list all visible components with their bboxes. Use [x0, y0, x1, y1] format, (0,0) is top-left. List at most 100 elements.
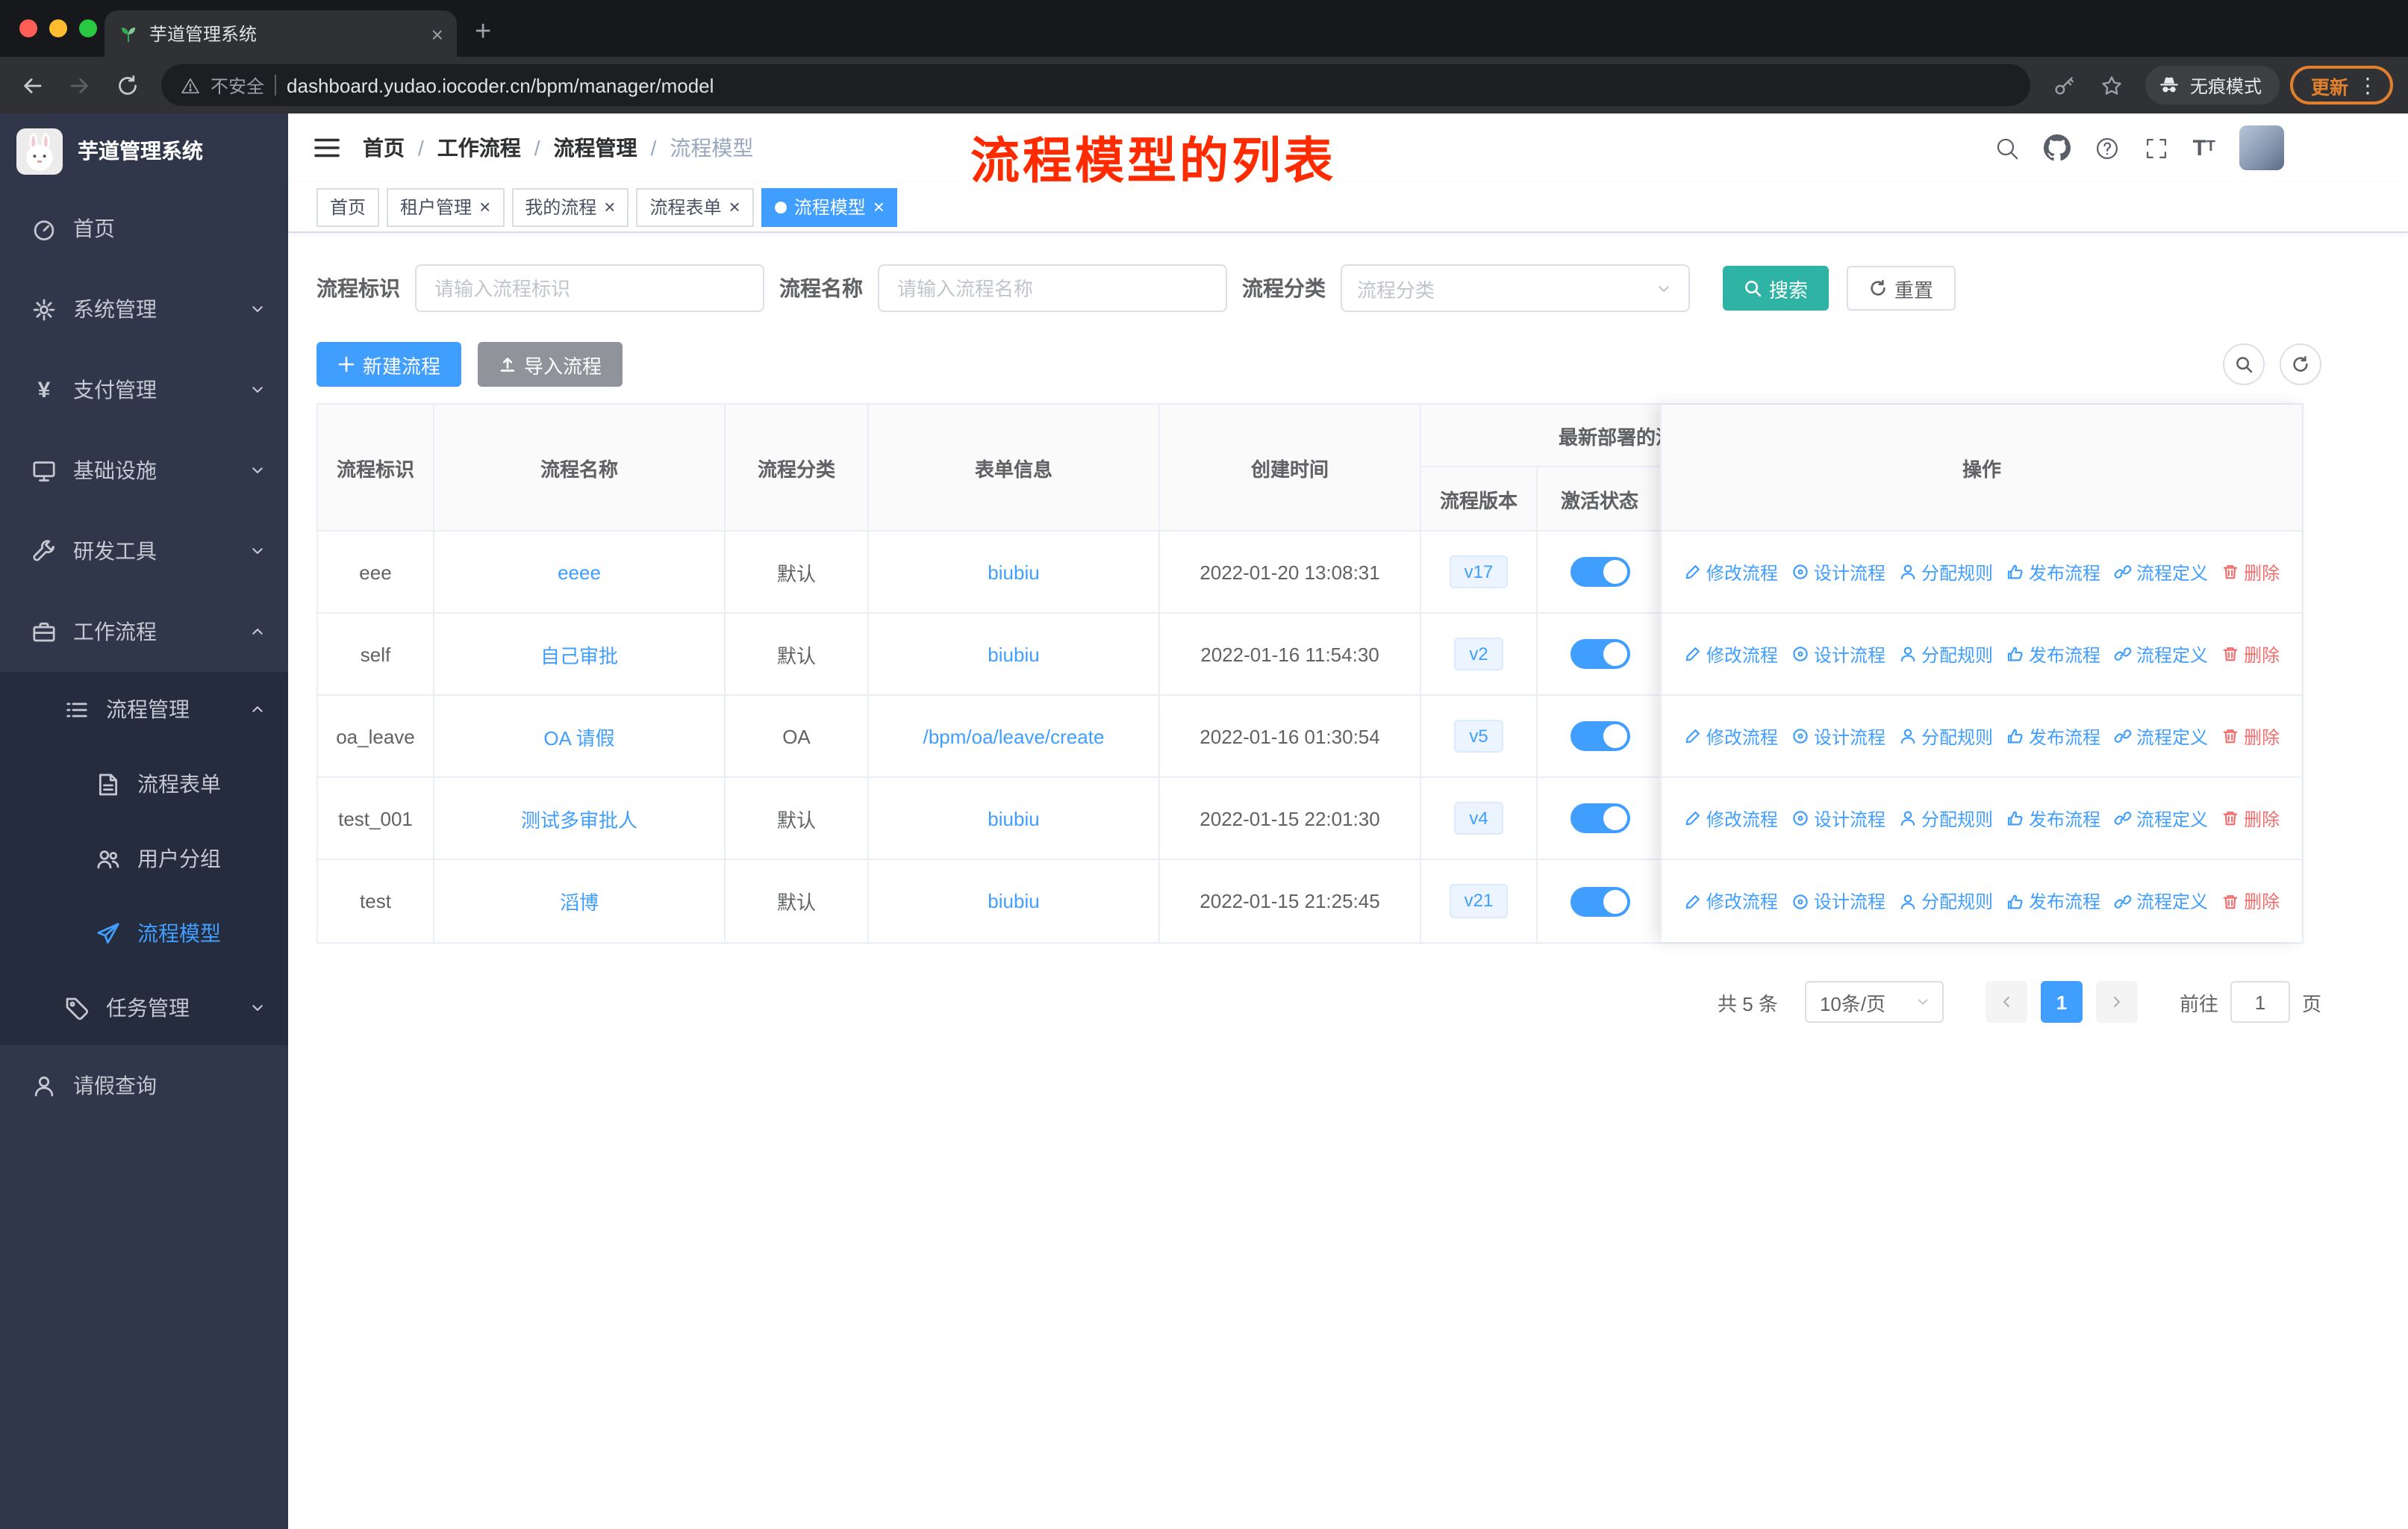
active-toggle[interactable]	[1570, 886, 1629, 916]
page-size-select[interactable]: 10条/页	[1804, 981, 1944, 1023]
sidebar-item-process-model[interactable]: 流程模型	[0, 896, 288, 971]
font-size-icon[interactable]: TT	[2192, 137, 2215, 159]
sidebar-item-task-management[interactable]: 任务管理	[0, 971, 288, 1045]
process-name-link[interactable]: OA 请假	[543, 722, 614, 750]
breadcrumb-home[interactable]: 首页	[363, 133, 405, 163]
prev-page-button[interactable]	[1985, 981, 2027, 1023]
modify-process-link[interactable]: 修改流程	[1684, 888, 1778, 914]
design-process-link[interactable]: 设计流程	[1791, 641, 1885, 667]
close-icon[interactable]: ×	[729, 197, 740, 217]
search-icon[interactable]	[1994, 135, 2019, 161]
update-button[interactable]: 更新 ⋮	[2289, 66, 2393, 105]
tag-home[interactable]: 首页	[316, 187, 380, 226]
menu-kebab-icon[interactable]: ⋮	[2357, 72, 2378, 98]
minimize-window-button[interactable]	[49, 19, 67, 37]
version-badge[interactable]: v4	[1454, 801, 1503, 835]
sidebar-item-system-management[interactable]: 系统管理	[0, 269, 288, 349]
sidebar-item-process-management[interactable]: 流程管理	[0, 672, 288, 747]
tag-my-process[interactable]: 我的流程 ×	[511, 187, 629, 226]
zoom-window-button[interactable]	[79, 19, 97, 37]
forward-button[interactable]	[57, 63, 102, 108]
delete-link[interactable]: 删除	[2221, 641, 2280, 667]
publish-process-link[interactable]: 发布流程	[2006, 641, 2100, 667]
process-definition-link[interactable]: 流程定义	[2114, 559, 2208, 585]
search-button[interactable]: 搜索	[1723, 266, 1830, 311]
assign-rule-link[interactable]: 分配规则	[1899, 559, 1993, 585]
process-name-link[interactable]: 测试多审批人	[521, 804, 637, 832]
bookmark-star-icon[interactable]	[2090, 63, 2135, 108]
modify-process-link[interactable]: 修改流程	[1684, 641, 1778, 667]
new-tab-button[interactable]: +	[475, 18, 491, 46]
sidebar-item-leave-query[interactable]: 请假查询	[0, 1045, 288, 1126]
publish-process-link[interactable]: 发布流程	[2006, 888, 2100, 914]
design-process-link[interactable]: 设计流程	[1791, 723, 1885, 749]
active-toggle[interactable]	[1570, 721, 1629, 751]
process-definition-link[interactable]: 流程定义	[2114, 641, 2208, 667]
hamburger-icon[interactable]	[312, 133, 342, 163]
address-bar[interactable]: 不安全 dashboard.yudao.iocoder.cn/bpm/manag…	[161, 64, 2030, 106]
sidebar-item-dev-tools[interactable]: 研发工具	[0, 511, 288, 591]
version-badge[interactable]: v5	[1454, 719, 1503, 753]
design-process-link[interactable]: 设计流程	[1791, 888, 1885, 914]
sidebar-item-process-form[interactable]: 流程表单	[0, 747, 288, 821]
back-button[interactable]	[9, 63, 54, 108]
assign-rule-link[interactable]: 分配规则	[1899, 806, 1993, 831]
assign-rule-link[interactable]: 分配规则	[1899, 888, 1993, 914]
tag-process-form[interactable]: 流程表单 ×	[636, 187, 754, 226]
modify-process-link[interactable]: 修改流程	[1684, 559, 1778, 585]
app-logo[interactable]: 芋道管理系统	[0, 113, 288, 188]
form-link[interactable]: /bpm/oa/leave/create	[923, 725, 1105, 747]
modify-process-link[interactable]: 修改流程	[1684, 723, 1778, 749]
active-toggle[interactable]	[1570, 557, 1629, 587]
delete-link[interactable]: 删除	[2221, 806, 2280, 831]
active-toggle[interactable]	[1570, 803, 1629, 833]
design-process-link[interactable]: 设计流程	[1791, 806, 1885, 831]
publish-process-link[interactable]: 发布流程	[2006, 806, 2100, 831]
breadcrumb-process-management[interactable]: 流程管理	[554, 133, 637, 163]
version-badge[interactable]: v21	[1449, 884, 1509, 918]
close-window-button[interactable]	[19, 19, 37, 37]
form-link[interactable]: biubiu	[988, 890, 1039, 912]
process-definition-link[interactable]: 流程定义	[2114, 723, 2208, 749]
process-definition-link[interactable]: 流程定义	[2114, 888, 2208, 914]
process-name-link[interactable]: eeee	[558, 561, 601, 583]
sidebar-item-home[interactable]: 首页	[0, 188, 288, 269]
passwords-key-icon[interactable]	[2042, 63, 2087, 108]
toggle-search-button[interactable]	[2223, 343, 2265, 385]
version-badge[interactable]: v2	[1454, 637, 1503, 671]
fullscreen-icon[interactable]	[2143, 135, 2168, 161]
reset-button[interactable]: 重置	[1847, 266, 1956, 311]
delete-link[interactable]: 删除	[2221, 723, 2280, 749]
design-process-link[interactable]: 设计流程	[1791, 559, 1885, 585]
github-icon[interactable]	[2043, 134, 2071, 161]
category-select[interactable]: 流程分类	[1341, 264, 1690, 312]
process-name-link[interactable]: 滔博	[560, 887, 599, 915]
browser-tab[interactable]: 芋道管理系统 ×	[105, 10, 457, 57]
refresh-button[interactable]	[2280, 343, 2321, 385]
create-process-button[interactable]: 新建流程	[316, 342, 462, 387]
import-process-button[interactable]: 导入流程	[478, 342, 623, 387]
tag-process-model[interactable]: 流程模型 ×	[761, 187, 898, 226]
publish-process-link[interactable]: 发布流程	[2006, 723, 2100, 749]
form-link[interactable]: biubiu	[988, 561, 1039, 583]
modify-process-link[interactable]: 修改流程	[1684, 806, 1778, 831]
close-icon[interactable]: ×	[604, 197, 615, 217]
tab-close-icon[interactable]: ×	[431, 23, 443, 44]
process-definition-link[interactable]: 流程定义	[2114, 806, 2208, 831]
assign-rule-link[interactable]: 分配规则	[1899, 723, 1993, 749]
reload-button[interactable]	[105, 63, 149, 108]
close-icon[interactable]: ×	[873, 197, 885, 217]
form-link[interactable]: biubiu	[988, 643, 1039, 665]
form-link[interactable]: biubiu	[988, 807, 1039, 829]
close-icon[interactable]: ×	[479, 197, 490, 217]
tag-tenant-management[interactable]: 租户管理 ×	[387, 187, 505, 226]
goto-page-input[interactable]	[2230, 981, 2290, 1023]
help-icon[interactable]	[2094, 135, 2119, 161]
sidebar-item-workflow[interactable]: 工作流程	[0, 591, 288, 672]
user-avatar[interactable]	[2239, 125, 2284, 170]
delete-link[interactable]: 删除	[2221, 888, 2280, 914]
sidebar-item-user-group[interactable]: 用户分组	[0, 821, 288, 896]
current-page-button[interactable]: 1	[2040, 981, 2083, 1023]
active-toggle[interactable]	[1570, 639, 1629, 669]
sidebar-item-infrastructure[interactable]: 基础设施	[0, 430, 288, 511]
